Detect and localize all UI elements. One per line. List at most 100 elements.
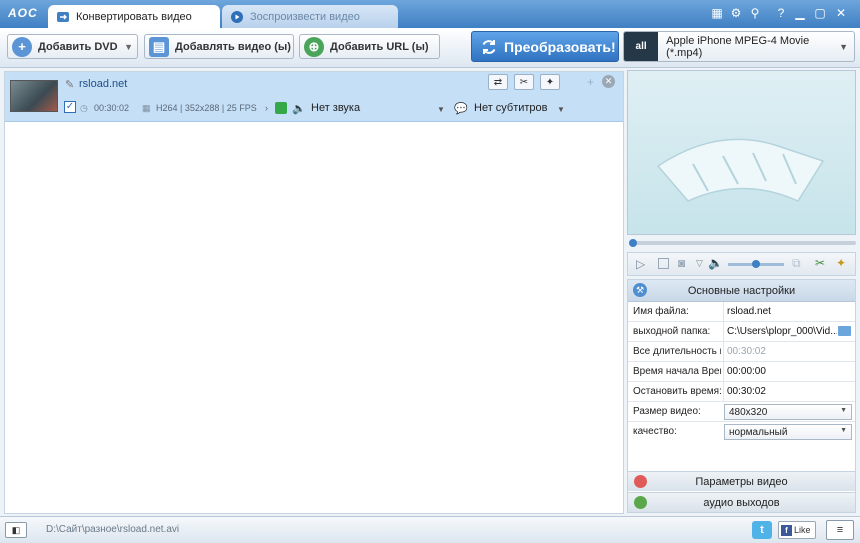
play-tab-icon	[230, 10, 244, 24]
volume-handle[interactable]	[752, 260, 760, 268]
file-list: ✎ rsload.net ⇄ ✂ ✦ + ✕ ✓ ◷ 00:30:02 ▦ H2…	[4, 71, 624, 514]
setting-output-folder: выходной папка: C:\Users\plopr_000\Vid..…	[628, 322, 855, 342]
key-icon[interactable]: ⚲	[746, 5, 764, 21]
start-time-field[interactable]: 00:00:00	[723, 362, 855, 382]
refresh-icon	[480, 38, 498, 56]
phone-icon	[275, 102, 287, 114]
video-size-select[interactable]: 480x320 ▼	[724, 404, 852, 420]
setting-start-time: Время начала Врем 00:00:00	[628, 362, 855, 382]
scissors-icon[interactable]: ✂	[514, 74, 534, 90]
minimize-icon[interactable]: ▁	[791, 5, 809, 21]
seek-track	[631, 241, 856, 245]
status-bar: ◧ D:\Сайт\разное\rsload.net.avi t f Like…	[0, 516, 860, 543]
file-path: D:\Сайт\разное\rsload.net.avi	[46, 524, 180, 535]
tab-label: Конвертировать видео	[76, 10, 192, 23]
twitter-icon[interactable]: t	[752, 521, 772, 539]
setting-label: Имя файла:	[633, 306, 689, 317]
globe-icon: ⊕	[304, 36, 324, 57]
add-icon[interactable]: +	[587, 75, 594, 89]
remove-icon[interactable]: ✕	[602, 75, 615, 88]
video-preview	[627, 70, 856, 235]
chevron-right-icon: ›	[265, 103, 268, 113]
magic-wand-icon[interactable]: ✦	[836, 256, 846, 270]
help-icon[interactable]: ?	[772, 5, 790, 21]
magic-wand-icon[interactable]: ✦	[540, 74, 560, 90]
subtitle-select[interactable]: Нет субтитров	[474, 102, 548, 114]
like-label: Like	[794, 525, 811, 535]
stop-time-field[interactable]: 00:30:02	[723, 382, 855, 402]
add-video-label: Добавлять видео (ы)	[175, 40, 291, 53]
gear-icon[interactable]: ⚙	[727, 5, 745, 21]
subtitle-icon: 💬	[454, 103, 468, 115]
audio-output-section[interactable]: аудио выходов	[628, 492, 855, 512]
output-profile-select[interactable]: all Apple iPhone MPEG-4 Movie (*.mp4) ▼	[623, 31, 855, 62]
quality-value: нормальный	[729, 427, 788, 438]
folder-icon[interactable]	[838, 326, 851, 336]
audio-track-select[interactable]: Нет звука	[311, 102, 360, 114]
convert-chip-icon[interactable]: ⇄	[488, 74, 508, 90]
stop-icon[interactable]	[658, 258, 669, 269]
register-icon[interactable]: ▦	[708, 5, 726, 21]
setting-label: выходной папка:	[633, 326, 711, 337]
convert-label: Преобразовать!	[504, 38, 616, 55]
facebook-like-button[interactable]: f Like	[778, 521, 816, 539]
film-strip-icon: ▦	[142, 103, 151, 113]
chevron-down-icon[interactable]: ▼	[124, 42, 133, 52]
close-icon[interactable]: ✕	[832, 5, 850, 21]
seek-bar[interactable]	[627, 236, 856, 250]
quality-select[interactable]: нормальный ▼	[724, 424, 852, 440]
file-name[interactable]: rsload.net	[79, 78, 127, 90]
wrench-icon: ⚒	[633, 283, 647, 297]
settings-title: Основные настройки	[687, 284, 796, 297]
chevron-down-icon[interactable]: ▼	[437, 105, 445, 114]
list-item[interactable]: ✎ rsload.net ⇄ ✂ ✦ + ✕ ✓ ◷ 00:30:02 ▦ H2…	[5, 72, 623, 122]
volume-icon[interactable]: 🔈	[708, 256, 723, 270]
file-name-field[interactable]: rsload.net	[723, 302, 855, 322]
setting-stop-time: Остановить время: 00:30:02	[628, 382, 855, 402]
chevron-down-icon[interactable]: ▽	[696, 258, 703, 269]
chevron-down-icon: ▼	[840, 407, 847, 414]
add-url-button[interactable]: ⊕ Добавить URL (ы)	[299, 34, 440, 59]
file-duration: 00:30:02	[94, 103, 130, 113]
add-dvd-label: Добавить DVD	[38, 40, 118, 53]
setting-file-name: Имя файла: rsload.net	[628, 302, 855, 322]
pencil-icon[interactable]: ✎	[65, 78, 74, 91]
tab-convert-video[interactable]: Конвертировать видео	[48, 5, 220, 28]
setting-quality: качество: нормальный ▼	[628, 422, 855, 442]
toolbar: + Добавить DVD ▼ ▤ Добавлять видео (ы) ⊕…	[0, 28, 860, 68]
play-icon[interactable]: ▷	[636, 257, 645, 271]
toggle-panel-icon[interactable]: ◧	[5, 522, 27, 538]
tab-play-video[interactable]: Зоспроизвести видео	[222, 5, 398, 28]
add-dvd-button[interactable]: + Добавить DVD ▼	[7, 34, 138, 59]
title-bar: AOC Конвертировать видео Зоспроизвести в…	[0, 0, 860, 28]
output-folder-field[interactable]: C:\Users\plopr_000\Vid...	[723, 322, 837, 342]
chevron-down-icon[interactable]: ▼	[557, 105, 565, 114]
total-duration-value: 00:30:02	[723, 342, 855, 362]
chevron-down-icon: ▼	[840, 427, 847, 434]
setting-label: Остановить время:	[633, 386, 721, 397]
video-params-label: Параметры видео	[695, 475, 788, 488]
video-thumbnail	[10, 80, 58, 112]
film-reel-graphic	[656, 138, 825, 202]
file-checkbox[interactable]: ✓	[64, 101, 76, 113]
clock-icon: ◷	[80, 103, 88, 113]
audio-output-icon	[634, 496, 647, 509]
snapshot-icon[interactable]: ⧉	[792, 256, 801, 271]
settings-panel: ⚒ Основные настройки Имя файла: rsload.n…	[627, 279, 856, 513]
scissors-icon[interactable]: ✂	[815, 256, 825, 270]
camera-icon[interactable]: ◙	[678, 256, 685, 270]
player-controls: ▷ ◙ ▽ 🔈 ⧉ ✂ ✦	[627, 252, 856, 276]
video-params-section[interactable]: Параметры видео	[628, 471, 855, 491]
maximize-icon[interactable]: ▢	[811, 5, 829, 21]
setting-label: качество:	[633, 426, 677, 437]
convert-button[interactable]: Преобразовать!	[471, 31, 619, 62]
settings-header[interactable]: ⚒ Основные настройки	[628, 280, 855, 302]
setting-label: Все длительность к	[633, 346, 721, 357]
seek-handle[interactable]	[629, 239, 637, 247]
speaker-icon: 🔈	[292, 103, 306, 115]
add-video-button[interactable]: ▤ Добавлять видео (ы)	[144, 34, 294, 59]
audio-output-label: аудио выходов	[703, 496, 780, 509]
setting-label: Размер видео:	[633, 406, 701, 417]
facebook-icon: f	[781, 524, 792, 536]
list-view-icon[interactable]: ≡	[826, 520, 854, 540]
